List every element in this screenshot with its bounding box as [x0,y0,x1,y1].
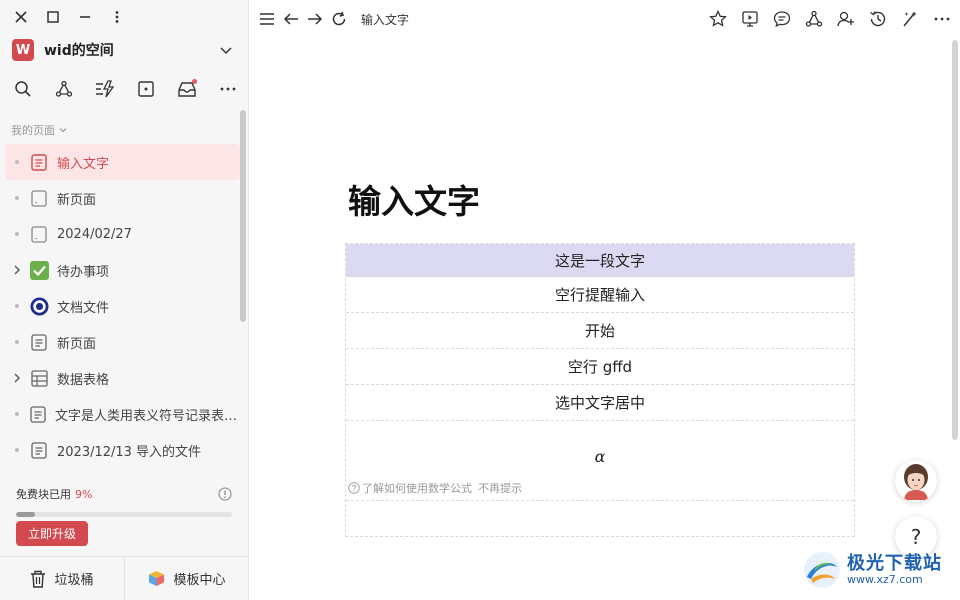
page-item[interactable]: 文字是人类用表义符号记录表达信息以传之久远的方式和工具 [5,396,240,432]
editor-toolbar: 输入文字 [257,8,952,30]
sidebar: W wid的空间 我的页面 输入文字 新页面 2024/02/27 待办事项 文… [0,0,249,600]
star-icon[interactable] [708,9,728,29]
math-tip: 了解如何使用数学公式 不再提示 [348,480,522,496]
bullet-icon [15,196,19,200]
doc-icon [29,440,49,460]
template-center-button[interactable]: 模板中心 [124,557,249,600]
doc-icon [28,404,47,424]
flashcard-icon[interactable] [94,78,115,100]
page-item[interactable]: 数据表格 [5,360,240,396]
page-tree: 输入文字 新页面 2024/02/27 待办事项 文档文件 新页面 数据表格 文… [5,144,240,468]
watermark-logo: 极光下载站 www.xz7.com [801,546,951,594]
menu-icon[interactable] [257,9,277,29]
minimize-icon[interactable] [76,8,94,26]
add-user-icon[interactable] [836,9,856,29]
close-icon[interactable] [12,8,30,26]
bullet-icon [15,160,19,164]
table-row[interactable]: 开始 [346,313,854,349]
math-block[interactable]: α 了解如何使用数学公式 不再提示 [346,421,854,501]
chevron-right-icon[interactable] [13,264,21,276]
page-item[interactable]: 新页面 [5,324,240,360]
back-arrow-icon[interactable] [281,9,301,29]
template-cube-icon [149,571,165,586]
quota-label: 免费块已用 [16,488,71,501]
page-item[interactable]: 2024/02/27 [5,216,240,252]
content-table: 这是一段文字 空行提醒输入 开始 空行 gffd 选中文字居中 α 了解如何使用… [345,243,855,537]
bullet-icon [15,304,19,308]
table-row[interactable] [346,501,854,536]
search-icon[interactable] [12,78,33,100]
assistant-avatar[interactable] [895,460,937,502]
page-item[interactable]: 2023/12/13 导入的文件 [5,432,240,468]
watermark-swirl-icon [804,552,840,588]
dailynote-icon[interactable] [135,78,156,100]
editor-area: 输入文字 输入文字 这是一段文字 空行提醒输入 开始 空行 gffd 选中文字居… [249,0,960,600]
ai-magic-icon[interactable] [900,9,920,29]
info-icon[interactable] [218,487,232,501]
bullet-icon [15,448,19,452]
more-horizontal-icon[interactable] [217,78,238,100]
table-icon [29,368,49,388]
sidebar-footer: 垃圾桶 模板中心 [0,556,249,600]
upgrade-button[interactable]: 立即升级 [16,521,88,546]
editor-scrollbar[interactable] [952,40,958,440]
window-controls [12,8,126,26]
section-label-my-pages[interactable]: 我的页面 [11,122,68,138]
sidebar-scrollbar[interactable] [240,110,246,322]
math-tip-link[interactable]: 了解如何使用数学公式 [362,480,472,496]
workspace-switcher[interactable]: W wid的空间 [12,38,234,62]
table-row[interactable]: 空行 gffd [346,349,854,385]
bullet-icon [15,232,19,236]
page-item[interactable]: 输入文字 [5,144,240,180]
sidebar-toolbar [12,78,238,100]
quota-panel: 免费块已用 9% [16,486,232,517]
quota-percent: 9% [75,487,93,501]
help-circle-icon [348,482,360,494]
quota-progress-bar [16,512,232,517]
doc-icon [29,332,49,352]
table-row[interactable]: 空行提醒输入 [346,277,854,313]
document-title[interactable]: 输入文字 [348,175,480,223]
chevron-right-icon[interactable] [13,372,21,384]
refresh-icon[interactable] [329,9,349,29]
trash-button[interactable]: 垃圾桶 [0,557,124,600]
formula-alpha: α [594,447,606,466]
comment-icon[interactable] [772,9,792,29]
watermark-url: www.xz7.com [847,572,923,586]
more-horizontal-icon[interactable] [932,9,952,29]
quota-progress-fill [16,512,36,517]
workspace-name: wid的空间 [44,43,114,59]
more-vertical-icon[interactable] [108,8,126,26]
history-icon[interactable] [868,9,888,29]
workspace-avatar: W [12,39,34,61]
table-row[interactable]: 这是一段文字 [346,244,854,277]
page-item[interactable]: 文档文件 [5,288,240,324]
watermark-text: 极光下载站 [847,553,942,575]
blank-page-icon [29,224,49,244]
table-row[interactable]: 选中文字居中 [346,385,854,421]
graph-icon[interactable] [53,78,74,100]
target-icon [29,296,49,316]
slides-icon[interactable] [740,9,760,29]
math-tip-dismiss[interactable]: 不再提示 [478,480,522,496]
chevron-down-icon [59,128,67,133]
page-item[interactable]: 待办事项 [5,252,240,288]
inbox-icon[interactable] [176,78,197,100]
bullet-icon [14,412,19,416]
bullet-icon [15,340,19,344]
graph-icon[interactable] [804,9,824,29]
chevron-down-icon [218,42,234,58]
forward-arrow-icon[interactable] [305,9,325,29]
trash-icon [31,570,46,588]
page-item[interactable]: 新页面 [5,180,240,216]
notification-dot [192,79,197,84]
doc-icon [29,152,49,172]
check-box-icon [29,260,49,280]
blank-page-icon [29,188,49,208]
breadcrumb[interactable]: 输入文字 [361,11,409,28]
maximize-icon[interactable] [44,8,62,26]
